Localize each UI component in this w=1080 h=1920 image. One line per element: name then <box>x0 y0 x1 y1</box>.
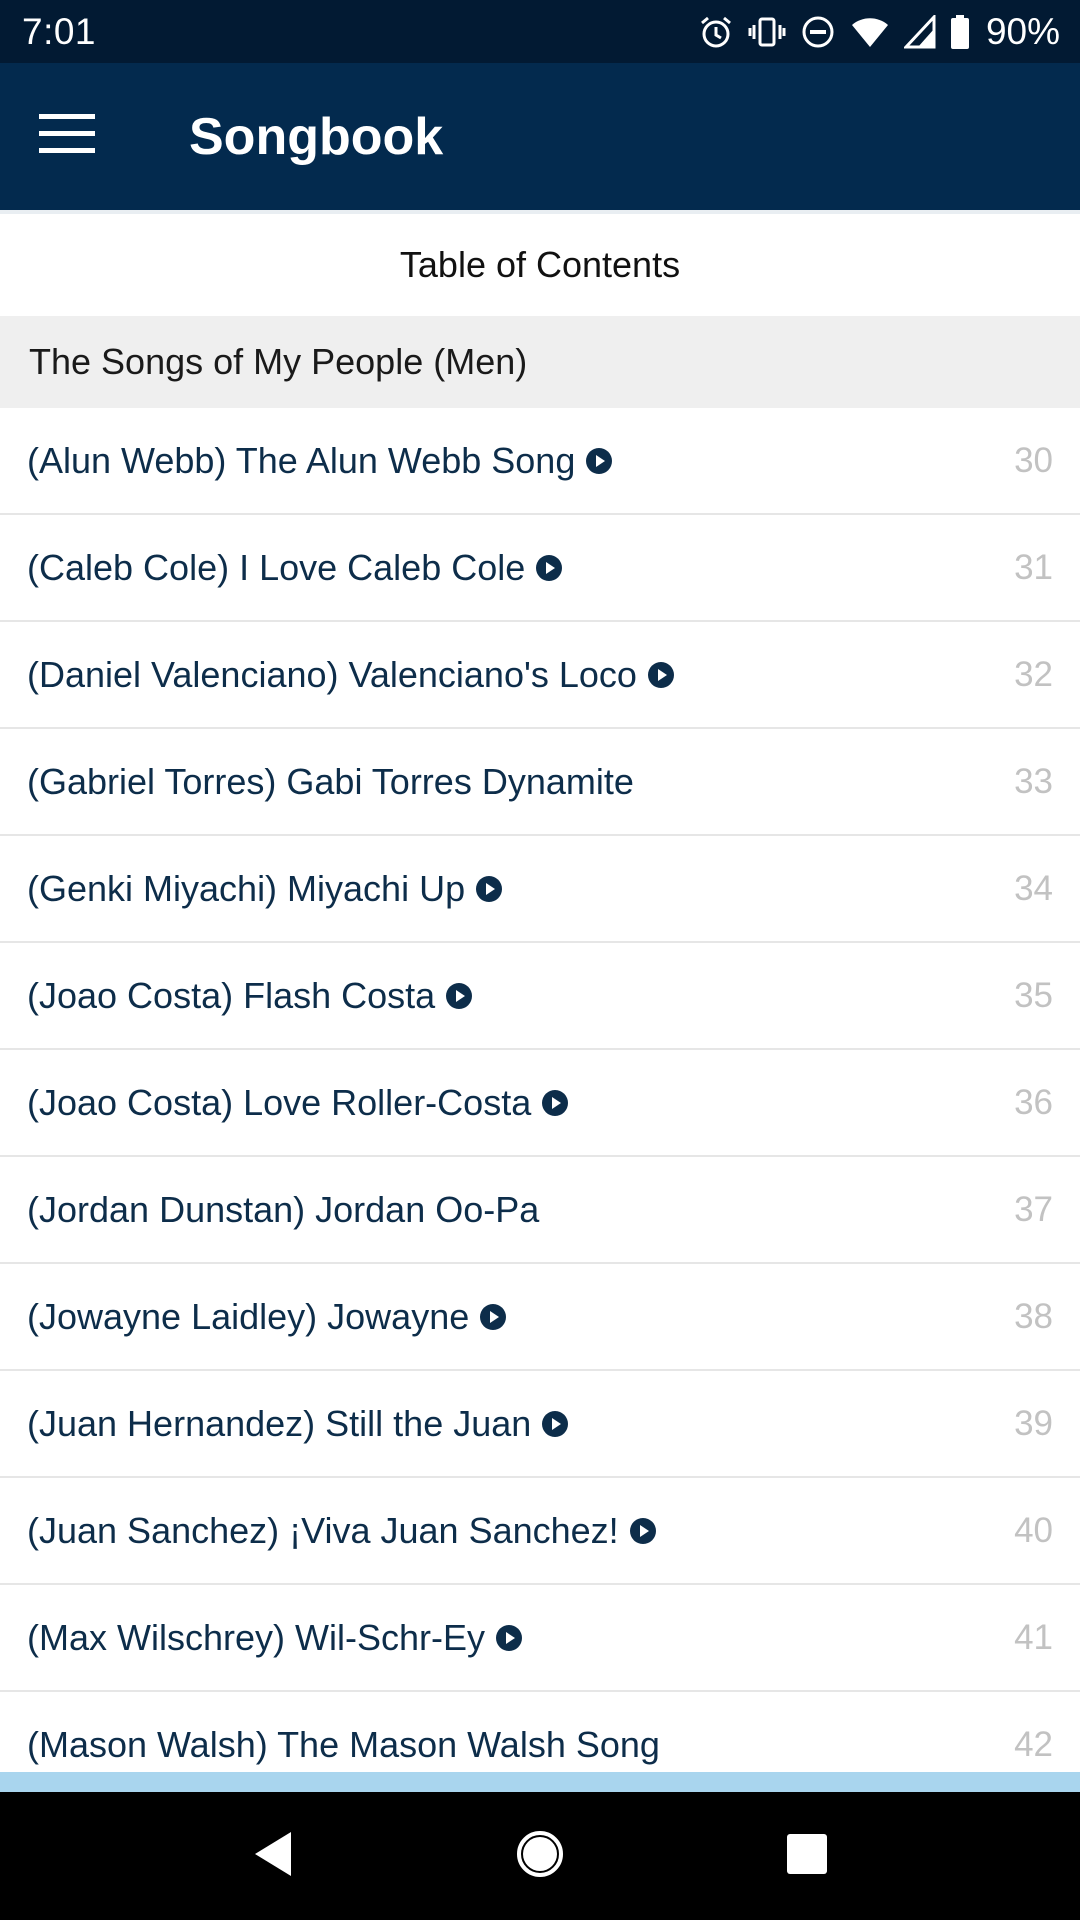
song-title: (Joao Costa) Love Roller-Costa <box>27 1081 532 1123</box>
song-title-group: (Joao Costa) Love Roller-Costa <box>27 1082 569 1124</box>
song-title-group: (Caleb Cole) I Love Caleb Cole <box>27 547 563 589</box>
play-circle-icon[interactable] <box>629 1517 657 1545</box>
play-circle-icon[interactable] <box>585 447 613 475</box>
song-page-number: 40 <box>1014 1510 1053 1550</box>
song-row[interactable]: (Mason Walsh) The Mason Walsh Song 42 <box>0 1692 1080 1772</box>
status-time: 7:01 <box>22 10 97 52</box>
alarm-icon <box>698 14 734 50</box>
back-button[interactable] <box>228 1811 318 1901</box>
song-title-group: (Genki Miyachi) Miyachi Up <box>27 868 503 910</box>
song-title-group: (Joao Costa) Flash Costa <box>27 975 473 1017</box>
song-row[interactable]: (Juan Sanchez) ¡Viva Juan Sanchez! 40 <box>0 1478 1080 1585</box>
song-row[interactable]: (Max Wilschrey) Wil-Schr-Ey 41 <box>0 1585 1080 1692</box>
song-row[interactable]: (Joao Costa) Flash Costa 35 <box>0 943 1080 1050</box>
song-page-number: 39 <box>1014 1403 1053 1443</box>
song-page-number: 30 <box>1014 440 1053 480</box>
menu-button[interactable] <box>0 63 134 210</box>
recents-square-icon <box>786 1833 828 1880</box>
home-button[interactable] <box>495 1811 585 1901</box>
song-page-number: 33 <box>1014 761 1053 801</box>
battery-icon <box>950 14 970 50</box>
song-row[interactable]: (Jowayne Laidley) Jowayne 38 <box>0 1264 1080 1371</box>
cell-signal-icon <box>903 14 936 49</box>
song-page-number: 38 <box>1014 1296 1053 1336</box>
song-page-number: 34 <box>1014 868 1053 908</box>
song-page-number: 42 <box>1014 1724 1053 1764</box>
song-title: (Jowayne Laidley) Jowayne <box>27 1295 470 1337</box>
toc-title: Table of Contents <box>0 210 1080 316</box>
song-title: (Daniel Valenciano) Valenciano's Loco <box>27 653 637 695</box>
song-title-group: (Daniel Valenciano) Valenciano's Loco <box>27 654 675 696</box>
song-row[interactable]: (Genki Miyachi) Miyachi Up 34 <box>0 836 1080 943</box>
song-title-group: (Alun Webb) The Alun Webb Song <box>27 440 613 482</box>
song-page-number: 37 <box>1014 1189 1053 1229</box>
song-title-group: (Juan Sanchez) ¡Viva Juan Sanchez! <box>27 1510 657 1552</box>
app-bar: Songbook <box>0 63 1080 210</box>
do-not-disturb-icon <box>800 14 836 50</box>
play-circle-icon[interactable] <box>475 875 503 903</box>
play-circle-icon[interactable] <box>647 661 675 689</box>
song-row[interactable]: (Caleb Cole) I Love Caleb Cole 31 <box>0 515 1080 622</box>
song-title-group: (Jordan Dunstan) Jordan Oo-Pa <box>27 1189 539 1231</box>
song-title-group: (Gabriel Torres) Gabi Torres Dynamite <box>27 761 634 803</box>
song-title: (Max Wilschrey) Wil-Schr-Ey <box>27 1616 485 1658</box>
play-circle-icon[interactable] <box>445 982 473 1010</box>
play-circle-icon[interactable] <box>541 1089 569 1117</box>
song-title: (Jordan Dunstan) Jordan Oo-Pa <box>27 1188 540 1230</box>
song-title: (Juan Sanchez) ¡Viva Juan Sanchez! <box>27 1509 619 1551</box>
song-title-group: (Max Wilschrey) Wil-Schr-Ey <box>27 1617 523 1659</box>
play-circle-icon[interactable] <box>495 1624 523 1652</box>
app-title: Songbook <box>189 107 444 166</box>
status-icons: 90% <box>698 11 1060 53</box>
song-title: (Mason Walsh) The Mason Walsh Song <box>27 1723 660 1765</box>
vibrate-icon <box>748 14 786 50</box>
song-row[interactable]: (Jordan Dunstan) Jordan Oo-Pa 37 <box>0 1157 1080 1264</box>
song-page-number: 41 <box>1014 1617 1053 1657</box>
song-page-number: 36 <box>1014 1082 1053 1122</box>
song-title: (Joao Costa) Flash Costa <box>27 974 436 1016</box>
song-row[interactable]: (Gabriel Torres) Gabi Torres Dynamite 33 <box>0 729 1080 836</box>
song-title: (Alun Webb) The Alun Webb Song <box>27 439 576 481</box>
song-title-group: (Mason Walsh) The Mason Walsh Song <box>27 1724 660 1766</box>
song-title: (Juan Hernandez) Still the Juan <box>27 1402 532 1444</box>
wifi-icon <box>850 15 890 49</box>
song-row[interactable]: (Alun Webb) The Alun Webb Song 30 <box>0 408 1080 515</box>
song-title-group: (Juan Hernandez) Still the Juan <box>27 1403 569 1445</box>
song-row[interactable]: (Joao Costa) Love Roller-Costa 36 <box>0 1050 1080 1157</box>
song-title: (Caleb Cole) I Love Caleb Cole <box>27 546 526 588</box>
song-title: (Genki Miyachi) Miyachi Up <box>27 867 466 909</box>
song-title: (Gabriel Torres) Gabi Torres Dynamite <box>27 760 634 802</box>
back-triangle-icon <box>251 1830 295 1883</box>
play-circle-icon[interactable] <box>479 1303 507 1331</box>
accent-strip <box>0 1772 1080 1792</box>
song-page-number: 31 <box>1014 547 1053 587</box>
song-page-number: 32 <box>1014 654 1053 694</box>
home-circle-icon <box>515 1829 565 1884</box>
status-bar: 7:01 90% <box>0 0 1080 63</box>
battery-percent: 90% <box>985 10 1060 52</box>
play-circle-icon[interactable] <box>541 1410 569 1438</box>
section-header: The Songs of My People (Men) <box>0 316 1080 408</box>
recents-button[interactable] <box>762 1811 852 1901</box>
song-page-number: 35 <box>1014 975 1053 1015</box>
hamburger-menu-icon <box>39 114 95 159</box>
play-circle-icon[interactable] <box>535 554 563 582</box>
song-title-group: (Jowayne Laidley) Jowayne <box>27 1296 507 1338</box>
system-nav-bar <box>0 1792 1080 1920</box>
song-row[interactable]: (Juan Hernandez) Still the Juan 39 <box>0 1371 1080 1478</box>
song-row[interactable]: (Daniel Valenciano) Valenciano's Loco 32 <box>0 622 1080 729</box>
song-list: (Alun Webb) The Alun Webb Song 30 (Caleb C… <box>0 408 1080 1772</box>
